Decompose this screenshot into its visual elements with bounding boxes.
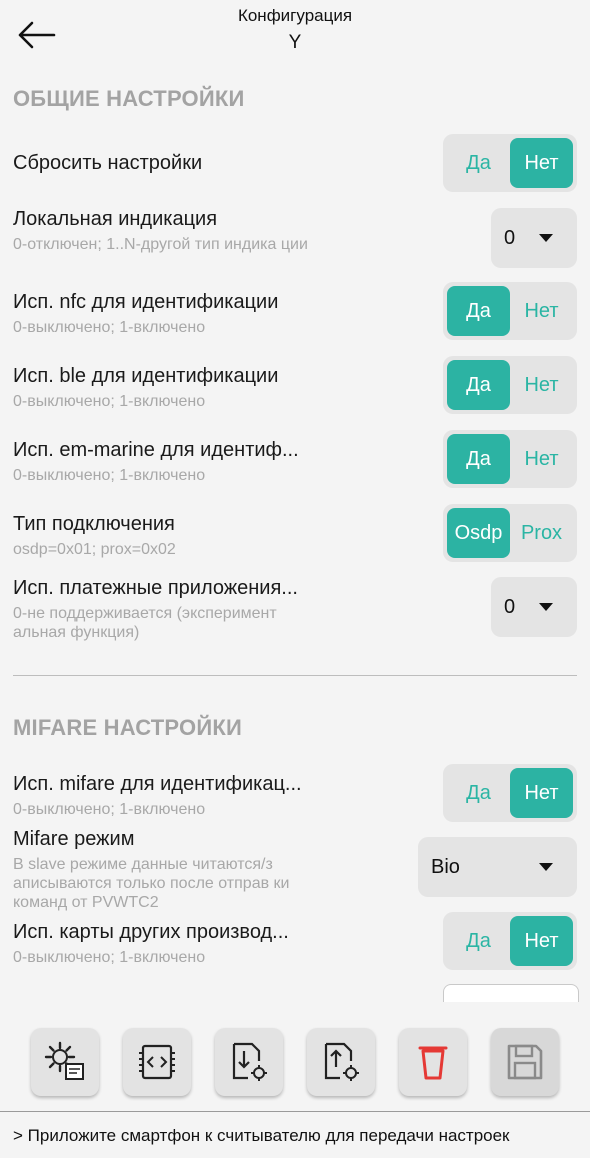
connection-prox-option[interactable]: Prox — [510, 508, 573, 558]
section-title-general: ОБЩИЕ НАСТРОЙКИ — [13, 86, 245, 111]
reset-yes-option[interactable]: Да — [447, 138, 510, 188]
dropdown-caret-icon — [539, 863, 553, 871]
settings-config-icon — [44, 1041, 84, 1080]
ble-label: Исп. ble для идентификации — [13, 365, 279, 387]
other-cards-yes-option[interactable]: Да — [447, 916, 510, 966]
em-marine-desc: 0-выключено; 1-включено — [13, 467, 206, 484]
app-header: Конфигурация Y — [0, 0, 590, 60]
trash-icon — [418, 1046, 448, 1080]
reset-no-option[interactable]: Нет — [510, 138, 573, 188]
mifare-id-no-option[interactable]: Нет — [510, 768, 573, 818]
status-message: > Приложите смартфон к считывателю для п… — [13, 1126, 510, 1145]
local-indication-value: 0 — [504, 226, 516, 249]
mifare-id-yes-option[interactable]: Да — [447, 768, 510, 818]
local-indication-label: Локальная индикация — [13, 208, 218, 230]
page-subtitle: Y — [288, 32, 302, 53]
mifare-id-desc: 0-выключено; 1-включено — [13, 801, 206, 818]
other-cards-label: Исп. карты других производ... — [13, 921, 289, 943]
nfc-no-option[interactable]: Нет — [510, 286, 573, 336]
section-title-mifare: MIFARE НАСТРОЙКИ — [13, 715, 242, 740]
ble-desc: 0-выключено; 1-включено — [13, 393, 206, 410]
local-indication-desc: 0-отключен; 1..N-другой тип индика ции — [13, 236, 308, 253]
mifare-id-toggle: Да Нет — [443, 764, 577, 822]
delete-button[interactable] — [399, 1028, 467, 1096]
nfc-toggle: Да Нет — [443, 282, 577, 340]
em-marine-yes-option[interactable]: Да — [447, 434, 510, 484]
save-icon — [507, 1044, 543, 1080]
mifare-id-label: Исп. mifare для идентификац... — [13, 773, 302, 795]
em-marine-toggle: Да Нет — [443, 430, 577, 488]
mifare-mode-desc: В slave режиме данные читаются/з аписыва… — [13, 856, 290, 911]
reset-toggle: Да Нет — [443, 134, 577, 192]
save-button[interactable] — [491, 1028, 559, 1096]
connection-desc: osdp=0x01; prox=0x02 — [13, 541, 176, 558]
upload-settings-button[interactable] — [307, 1028, 375, 1096]
local-indication-select[interactable]: 0 — [491, 208, 577, 268]
reset-label: Сбросить настройки — [13, 152, 203, 174]
payment-desc: 0-не поддерживается (эксперимент альная … — [13, 605, 277, 641]
ble-no-option[interactable]: Нет — [510, 360, 573, 410]
dropdown-caret-icon — [539, 234, 553, 242]
mifare-mode-value: Bio — [431, 855, 460, 878]
other-cards-no-option[interactable]: Нет — [510, 916, 573, 966]
download-settings-button[interactable] — [215, 1028, 283, 1096]
bottom-toolbar — [0, 1002, 590, 1110]
other-cards-desc: 0-выключено; 1-включено — [13, 949, 206, 966]
code-chip-icon — [139, 1044, 175, 1080]
connection-osdp-option[interactable]: Osdp — [447, 508, 510, 558]
other-cards-toggle: Да Нет — [443, 912, 577, 970]
connection-toggle: Osdp Prox — [443, 504, 577, 562]
upload-settings-icon — [324, 1042, 359, 1081]
ble-yes-option[interactable]: Да — [447, 360, 510, 410]
dropdown-caret-icon — [539, 603, 553, 611]
connection-label: Тип подключения — [13, 513, 175, 535]
em-marine-no-option[interactable]: Нет — [510, 434, 573, 484]
em-marine-label: Исп. em-marine для идентиф... — [13, 439, 299, 461]
mifare-mode-select[interactable]: Bio — [418, 837, 577, 897]
section-divider — [13, 675, 577, 676]
payment-label: Исп. платежные приложения... — [13, 577, 298, 599]
nfc-yes-option[interactable]: Да — [447, 286, 510, 336]
code-chip-button[interactable] — [123, 1028, 191, 1096]
mifare-mode-label: Mifare режим — [13, 828, 135, 850]
page-title: Конфигурация — [237, 6, 353, 25]
download-settings-icon — [232, 1042, 267, 1081]
payment-value: 0 — [504, 595, 516, 618]
payment-select[interactable]: 0 — [491, 577, 577, 637]
status-divider — [0, 1111, 590, 1112]
nfc-label: Исп. nfc для идентификации — [13, 291, 279, 313]
ble-toggle: Да Нет — [443, 356, 577, 414]
nfc-desc: 0-выключено; 1-включено — [13, 319, 206, 336]
settings-config-button[interactable] — [31, 1028, 99, 1096]
